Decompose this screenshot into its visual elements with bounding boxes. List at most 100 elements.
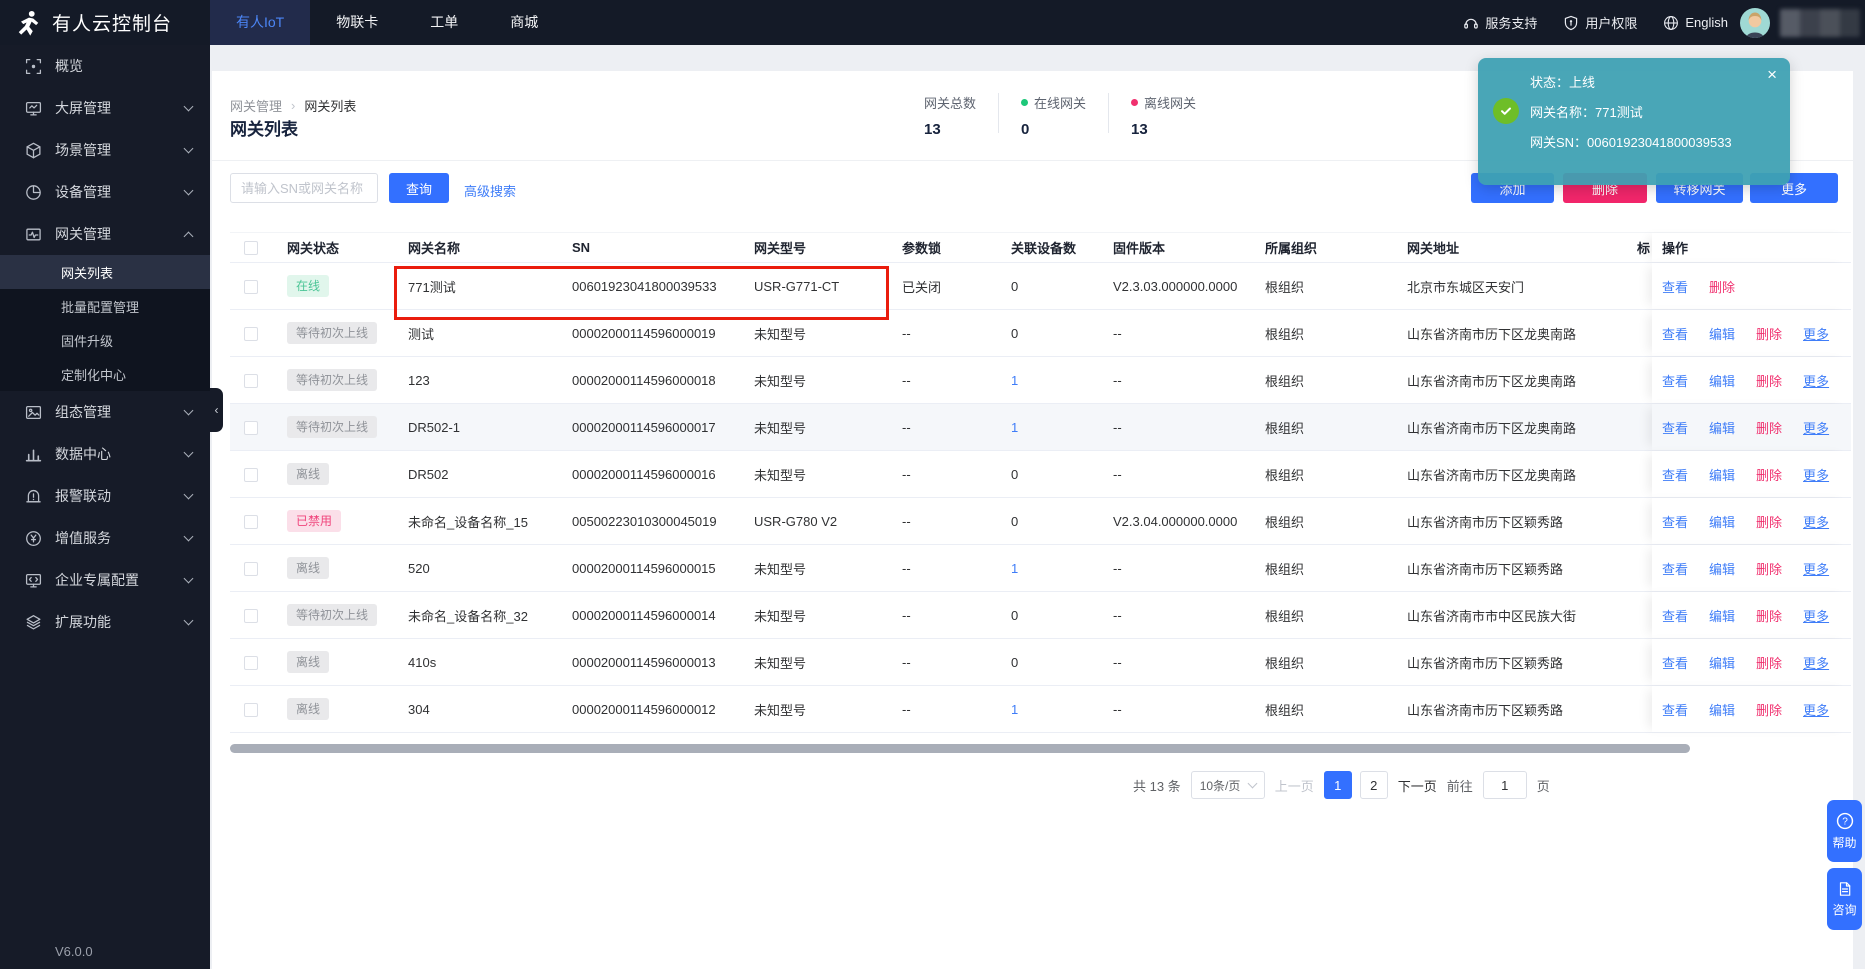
sidebar-item-网关管理[interactable]: 网关管理	[0, 213, 210, 255]
topbar-item-English[interactable]: English	[1663, 15, 1728, 31]
action-查看[interactable]: 查看	[1662, 371, 1688, 390]
breadcrumb-parent[interactable]: 网关管理	[230, 96, 282, 115]
sidebar-collapse-handle[interactable]: ‹	[210, 388, 223, 432]
devices-count[interactable]: 1	[1011, 373, 1018, 388]
sidebar-item-概览[interactable]: 概览	[0, 45, 210, 87]
sidebar-item-场景管理[interactable]: 场景管理	[0, 129, 210, 171]
sidebar-subitem-定制化中心[interactable]: 定制化中心	[0, 357, 210, 391]
topbar-item-服务支持[interactable]: 服务支持	[1463, 13, 1537, 32]
action-查看[interactable]: 查看	[1662, 606, 1688, 625]
cell-devices: 0	[1011, 467, 1113, 482]
next-page-button[interactable]: 下一页	[1398, 776, 1437, 795]
action-删除[interactable]: 删除	[1756, 606, 1782, 625]
sidebar-item-扩展功能[interactable]: 扩展功能	[0, 601, 210, 643]
action-更多[interactable]: 更多	[1803, 512, 1829, 531]
search-input[interactable]	[230, 173, 378, 203]
action-查看[interactable]: 查看	[1662, 700, 1688, 719]
action-编辑[interactable]: 编辑	[1709, 653, 1735, 672]
sidebar-item-数据中心[interactable]: 数据中心	[0, 433, 210, 475]
action-查看[interactable]: 查看	[1662, 324, 1688, 343]
row-checkbox[interactable]	[244, 702, 258, 717]
action-查看[interactable]: 查看	[1662, 277, 1688, 296]
float-咨询-button[interactable]: 咨询	[1827, 868, 1862, 930]
action-删除[interactable]: 删除	[1756, 512, 1782, 531]
action-查看[interactable]: 查看	[1662, 512, 1688, 531]
advanced-search-link[interactable]: 高级搜索	[464, 181, 516, 200]
nav-tab-有人IoT[interactable]: 有人IoT	[210, 0, 311, 45]
row-checkbox[interactable]	[244, 561, 258, 576]
action-编辑[interactable]: 编辑	[1709, 512, 1735, 531]
nav-tab-商城[interactable]: 商城	[484, 0, 564, 45]
devices-count[interactable]: 1	[1011, 420, 1018, 435]
sidebar-item-增值服务[interactable]: 增值服务	[0, 517, 210, 559]
action-查看[interactable]: 查看	[1662, 418, 1688, 437]
close-icon[interactable]: ×	[1767, 66, 1777, 83]
horizontal-scrollbar[interactable]	[230, 744, 1690, 753]
action-更多[interactable]: 更多	[1803, 418, 1829, 437]
nav-tab-工单[interactable]: 工单	[404, 0, 484, 45]
sidebar-subitem-固件升级[interactable]: 固件升级	[0, 323, 210, 357]
sidebar-subitem-批量配置管理[interactable]: 批量配置管理	[0, 289, 210, 323]
cell-org: 根组织	[1265, 326, 1305, 342]
action-删除[interactable]: 删除	[1756, 559, 1782, 578]
nav-tab-物联卡[interactable]: 物联卡	[310, 0, 404, 45]
page-button-2[interactable]: 2	[1359, 771, 1388, 799]
status-badge: 离线	[287, 651, 330, 673]
sidebar-item-设备管理[interactable]: 设备管理	[0, 171, 210, 213]
col-header-firmware: 固件版本	[1113, 241, 1166, 256]
page-size-select[interactable]: 10条/页	[1190, 771, 1265, 799]
sidebar-item-组态管理[interactable]: 组态管理	[0, 391, 210, 433]
action-删除[interactable]: 删除	[1709, 277, 1735, 296]
select-all-checkbox[interactable]	[244, 241, 258, 256]
action-删除[interactable]: 删除	[1756, 371, 1782, 390]
action-删除[interactable]: 删除	[1756, 653, 1782, 672]
row-checkbox[interactable]	[244, 420, 258, 435]
action-编辑[interactable]: 编辑	[1709, 606, 1735, 625]
sidebar-item-大屏管理[interactable]: 大屏管理	[0, 87, 210, 129]
action-删除[interactable]: 删除	[1756, 700, 1782, 719]
cell-name: 未命名_设备名称_32	[408, 608, 528, 624]
action-编辑[interactable]: 编辑	[1709, 418, 1735, 437]
action-编辑[interactable]: 编辑	[1709, 559, 1735, 578]
row-checkbox[interactable]	[244, 467, 258, 482]
action-查看[interactable]: 查看	[1662, 559, 1688, 578]
action-更多[interactable]: 更多	[1803, 653, 1829, 672]
action-更多[interactable]: 更多	[1803, 371, 1829, 390]
page-button-1[interactable]: 1	[1323, 771, 1352, 799]
row-checkbox[interactable]	[244, 279, 258, 294]
sidebar-item-企业专属配置[interactable]: 企业专属配置	[0, 559, 210, 601]
action-更多[interactable]: 更多	[1803, 559, 1829, 578]
col-header-checkbox	[230, 240, 287, 256]
action-删除[interactable]: 删除	[1756, 324, 1782, 343]
query-button[interactable]: 查询	[389, 173, 449, 203]
sidebar-item-报警联动[interactable]: 报警联动	[0, 475, 210, 517]
prev-page-button[interactable]: 上一页	[1275, 776, 1314, 795]
devices-count[interactable]: 1	[1011, 702, 1018, 717]
col-header-name: 网关名称	[408, 241, 461, 256]
action-更多[interactable]: 更多	[1803, 606, 1829, 625]
avatar[interactable]	[1740, 7, 1770, 38]
row-checkbox[interactable]	[244, 373, 258, 388]
action-删除[interactable]: 删除	[1756, 465, 1782, 484]
row-checkbox[interactable]	[244, 608, 258, 623]
row-checkbox[interactable]	[244, 655, 258, 670]
float-帮助-button[interactable]: ? 帮助	[1827, 800, 1862, 862]
action-编辑[interactable]: 编辑	[1709, 700, 1735, 719]
row-checkbox[interactable]	[244, 326, 258, 341]
devices-count[interactable]: 1	[1011, 561, 1018, 576]
action-删除[interactable]: 删除	[1756, 418, 1782, 437]
goto-page-input[interactable]	[1482, 771, 1527, 799]
username-redacted[interactable]	[1780, 8, 1860, 37]
action-查看[interactable]: 查看	[1662, 653, 1688, 672]
row-checkbox[interactable]	[244, 514, 258, 529]
topbar-item-用户权限[interactable]: 用户权限	[1563, 13, 1637, 32]
action-更多[interactable]: 更多	[1803, 324, 1829, 343]
topbar-right: 服务支持 用户权限 English	[1463, 13, 1740, 32]
action-编辑[interactable]: 编辑	[1709, 371, 1735, 390]
action-更多[interactable]: 更多	[1803, 700, 1829, 719]
action-编辑[interactable]: 编辑	[1709, 324, 1735, 343]
sidebar-subitem-网关列表[interactable]: 网关列表	[0, 255, 210, 289]
action-查看[interactable]: 查看	[1662, 465, 1688, 484]
action-编辑[interactable]: 编辑	[1709, 465, 1735, 484]
action-更多[interactable]: 更多	[1803, 465, 1829, 484]
